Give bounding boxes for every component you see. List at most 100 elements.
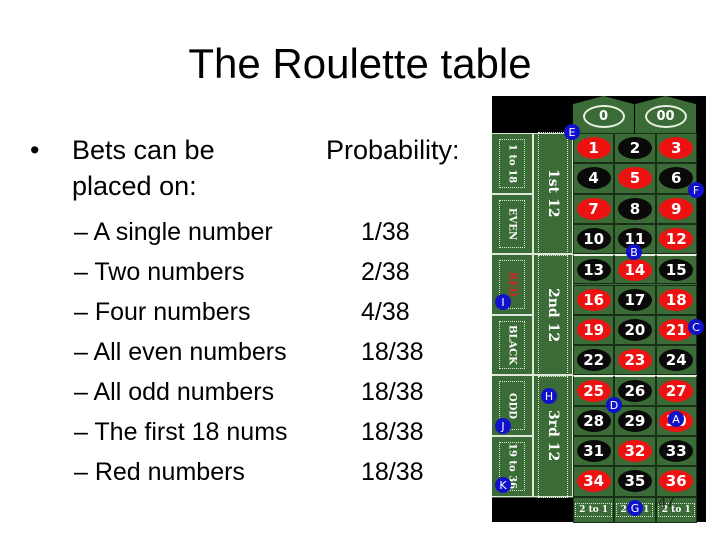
number-cell[interactable]: 20 bbox=[614, 314, 656, 346]
number-cell[interactable]: 15 bbox=[655, 254, 697, 285]
number-cell[interactable]: 23 bbox=[614, 345, 656, 376]
number-chip: 16 bbox=[576, 288, 611, 311]
bullet-text: Bets can be placed on: bbox=[72, 132, 215, 204]
number-cell[interactable]: 24 bbox=[655, 345, 697, 376]
bet-marker-b: B bbox=[626, 244, 642, 260]
number-chip: 35 bbox=[617, 470, 652, 493]
number-chip: 23 bbox=[617, 349, 652, 372]
number-chip: 20 bbox=[617, 318, 652, 341]
dozen-bet-label: 3rd 12 bbox=[545, 410, 561, 462]
outside-bet-1-to-18[interactable]: 1 to 18 bbox=[492, 133, 533, 194]
bet-list-item: – A single number 1/38 bbox=[74, 212, 494, 252]
number-chip: 22 bbox=[576, 349, 611, 372]
number-chip: 33 bbox=[659, 440, 694, 463]
number-chip: 36 bbox=[659, 470, 694, 493]
bet-probability: 1/38 bbox=[361, 218, 410, 246]
zero-bet-single[interactable]: 0 bbox=[573, 96, 634, 133]
page-number: 47 bbox=[658, 494, 675, 511]
number-chip: 34 bbox=[576, 470, 611, 493]
number-chip: 1 bbox=[576, 137, 611, 160]
bet-probability: 18/38 bbox=[361, 458, 424, 486]
outside-bet-black[interactable]: BLACK bbox=[492, 314, 533, 376]
number-cell[interactable]: 12 bbox=[655, 223, 697, 255]
number-cell[interactable]: 36 bbox=[655, 466, 697, 497]
bet-label: – Red numbers bbox=[74, 458, 245, 486]
outside-bet-even[interactable]: EVEN bbox=[492, 193, 533, 255]
outside-bet-label: 1 to 18 bbox=[506, 143, 518, 183]
bet-label: – A single number bbox=[74, 218, 273, 246]
bet-probability: 4/38 bbox=[361, 298, 410, 326]
bet-label: – Two numbers bbox=[74, 258, 245, 286]
number-cell[interactable]: 22 bbox=[573, 345, 615, 376]
number-cell[interactable]: 4 bbox=[573, 163, 615, 194]
number-chip: 18 bbox=[659, 288, 694, 311]
number-chip: 9 bbox=[659, 197, 694, 220]
number-cell[interactable]: 29 bbox=[614, 405, 656, 436]
number-cell[interactable]: 7 bbox=[573, 193, 615, 224]
bet-marker-a: A bbox=[668, 411, 684, 427]
outside-bet-label: ODD bbox=[506, 392, 518, 419]
number-cell[interactable]: 8 bbox=[614, 193, 656, 224]
number-cell[interactable]: 2 bbox=[614, 133, 656, 164]
number-chip: 27 bbox=[659, 380, 694, 403]
bet-list-item: – Two numbers 2/38 bbox=[74, 252, 494, 292]
bet-probability: 2/38 bbox=[361, 258, 410, 286]
bet-probability: 18/38 bbox=[361, 338, 424, 366]
number-chip: 24 bbox=[659, 349, 694, 372]
outside-bet-box: 1 to 18 bbox=[499, 139, 525, 188]
number-chip: 7 bbox=[576, 197, 611, 220]
number-chip: 2 bbox=[617, 137, 652, 160]
number-cell[interactable]: 5 bbox=[614, 163, 656, 194]
number-cell[interactable]: 9 bbox=[655, 193, 697, 224]
number-cell[interactable]: 3 bbox=[655, 133, 697, 164]
zero-label: 00 bbox=[644, 105, 687, 128]
number-chip: 17 bbox=[617, 288, 652, 311]
number-chip: 12 bbox=[659, 228, 694, 251]
bullet-dot-icon: • bbox=[30, 135, 40, 165]
dozen-bet-label: 2nd 12 bbox=[545, 287, 561, 342]
bet-marker-i: I bbox=[495, 294, 511, 310]
number-cell[interactable]: 13 bbox=[573, 254, 615, 285]
bet-marker-e: E bbox=[564, 124, 580, 140]
number-chip: 28 bbox=[576, 409, 611, 432]
number-cell[interactable]: 10 bbox=[573, 223, 615, 255]
bet-marker-c: C bbox=[688, 319, 704, 335]
slide-title: The Roulette table bbox=[0, 40, 720, 88]
number-chip: 13 bbox=[576, 258, 611, 281]
number-chip: 5 bbox=[617, 167, 652, 190]
bet-marker-j: J bbox=[495, 418, 511, 434]
bet-label: – Four numbers bbox=[74, 298, 251, 326]
number-cell[interactable]: 27 bbox=[655, 375, 697, 406]
number-cell[interactable]: 32 bbox=[614, 436, 656, 467]
zero-label: 0 bbox=[582, 105, 625, 128]
dozen-bet-label: 1st 12 bbox=[545, 169, 561, 218]
number-cell[interactable]: 18 bbox=[655, 284, 697, 315]
bullet-text-line2: placed on: bbox=[72, 171, 197, 201]
bet-list-item: – All even numbers 18/38 bbox=[74, 332, 494, 372]
outside-bet-label: EVEN bbox=[506, 207, 518, 240]
number-cell[interactable]: 16 bbox=[573, 284, 615, 315]
number-cell[interactable]: 35 bbox=[614, 466, 656, 497]
number-cell[interactable]: 19 bbox=[573, 314, 615, 346]
bullet-text-line1: Bets can be bbox=[72, 135, 215, 165]
dozen-bet-2[interactable]: 2nd 12 bbox=[533, 252, 573, 377]
bet-marker-h: H bbox=[541, 388, 557, 404]
bet-marker-k: K bbox=[495, 477, 511, 493]
dozen-bet-1[interactable]: 1st 12 bbox=[533, 131, 573, 256]
outside-bet-label: RED bbox=[506, 272, 518, 297]
number-cell[interactable]: 1 bbox=[573, 133, 615, 164]
number-chip: 19 bbox=[576, 318, 611, 341]
number-cell[interactable]: 31 bbox=[573, 436, 615, 467]
slide-title-text: The Roulette table bbox=[188, 40, 532, 87]
column-bet-1[interactable]: 2 to 1 bbox=[573, 496, 615, 523]
number-chip: 4 bbox=[576, 167, 611, 190]
bet-list-item: – Red numbers 18/38 bbox=[74, 452, 494, 492]
number-chip: 3 bbox=[659, 137, 694, 160]
number-cell[interactable]: 34 bbox=[573, 466, 615, 497]
zero-bet-double[interactable]: 00 bbox=[635, 96, 696, 133]
outside-bet-box: BLACK bbox=[499, 320, 525, 370]
number-cell[interactable]: 33 bbox=[655, 436, 697, 467]
bet-marker-f: F bbox=[688, 182, 704, 198]
number-cell[interactable]: 17 bbox=[614, 284, 656, 315]
bet-probability: 18/38 bbox=[361, 418, 424, 446]
